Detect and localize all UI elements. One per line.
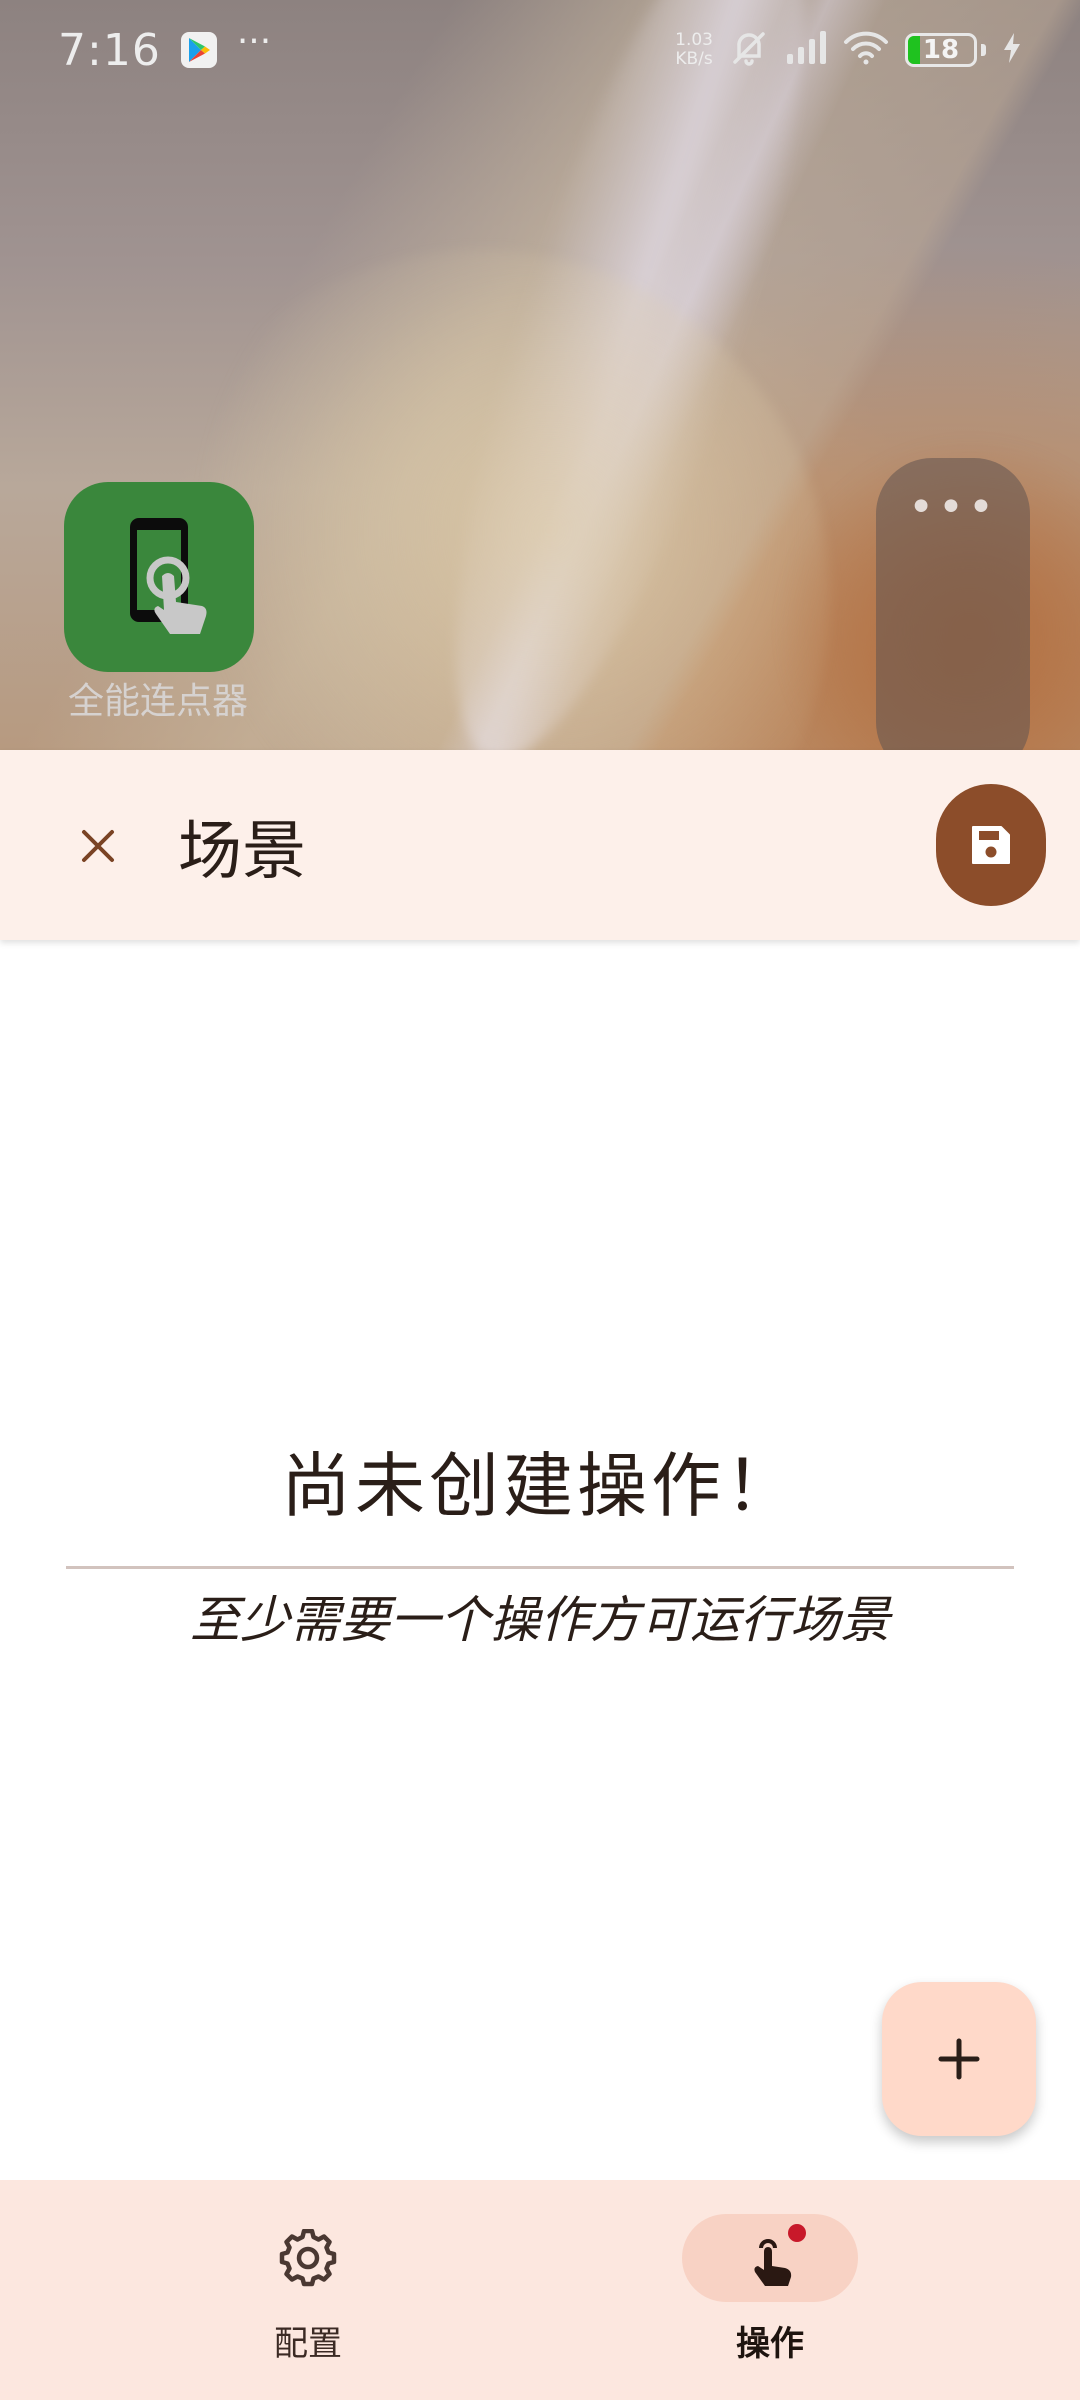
- save-button[interactable]: [936, 784, 1046, 906]
- battery-icon: 18: [905, 33, 977, 67]
- network-speed: 1.03 KB/s: [675, 31, 713, 69]
- close-button[interactable]: [48, 796, 148, 896]
- app-label: 全能连点器: [67, 681, 248, 722]
- nav-label-actions: 操作: [736, 2324, 804, 2364]
- signal-icon: [785, 30, 827, 70]
- empty-state-subtitle: 至少需要一个操作方可运行场景: [190, 1591, 890, 1649]
- phone-tap-icon: [130, 518, 207, 634]
- save-icon: [972, 826, 1010, 864]
- status-right: 1.03 KB/s 18: [675, 28, 1022, 72]
- nav-item-config[interactable]: 配置: [128, 2180, 488, 2400]
- screen: 7:16 ··· 1.03 KB/s 18 全能连点器 ••• 场景 尚未创建操…: [0, 0, 1080, 2400]
- bottom-navigation: 配置 操作: [0, 2180, 1080, 2400]
- wifi-icon: [843, 30, 889, 70]
- status-bar: 7:16 ··· 1.03 KB/s 18: [0, 0, 1080, 100]
- scenario-sheet: 场景 尚未创建操作！ 至少需要一个操作方可运行场景 配置 操作: [0, 750, 1080, 2400]
- home-wallpaper: 7:16 ··· 1.03 KB/s 18 全能连点器 •••: [0, 0, 1080, 750]
- status-left: 7:16 ···: [58, 21, 272, 76]
- status-overflow-icon: ···: [236, 21, 272, 62]
- battery-level: 18: [922, 35, 960, 65]
- status-time: 7:16: [58, 24, 161, 76]
- network-speed-value: 1.03: [675, 30, 713, 50]
- more-dots-icon[interactable]: •••: [876, 486, 1030, 530]
- mute-bell-icon: [729, 28, 769, 72]
- empty-state-divider: [66, 1566, 1014, 1569]
- nav-label-config: 配置: [274, 2324, 342, 2364]
- top-app-bar: 场景: [0, 750, 1080, 940]
- nav-icon-container: [220, 2214, 396, 2302]
- battery-fill: [908, 36, 920, 64]
- notification-badge: [788, 2224, 806, 2242]
- page-title: 场景: [178, 815, 306, 889]
- add-action-button[interactable]: [882, 1982, 1036, 2136]
- close-icon: [82, 830, 114, 862]
- gear-icon: [279, 2229, 337, 2287]
- empty-state-title: 尚未创建操作！: [281, 1445, 799, 1527]
- app-icon-auto-clicker[interactable]: [64, 482, 254, 672]
- nav-icon-container-selected: [682, 2214, 858, 2302]
- battery-tip: [981, 44, 986, 56]
- floating-dock-pill[interactable]: •••: [876, 458, 1030, 750]
- plus-icon: [938, 2038, 980, 2080]
- nav-item-actions[interactable]: 操作: [590, 2180, 950, 2400]
- play-store-icon: [180, 32, 217, 68]
- charging-bolt-icon: [1002, 32, 1022, 68]
- network-speed-unit: KB/s: [675, 49, 713, 69]
